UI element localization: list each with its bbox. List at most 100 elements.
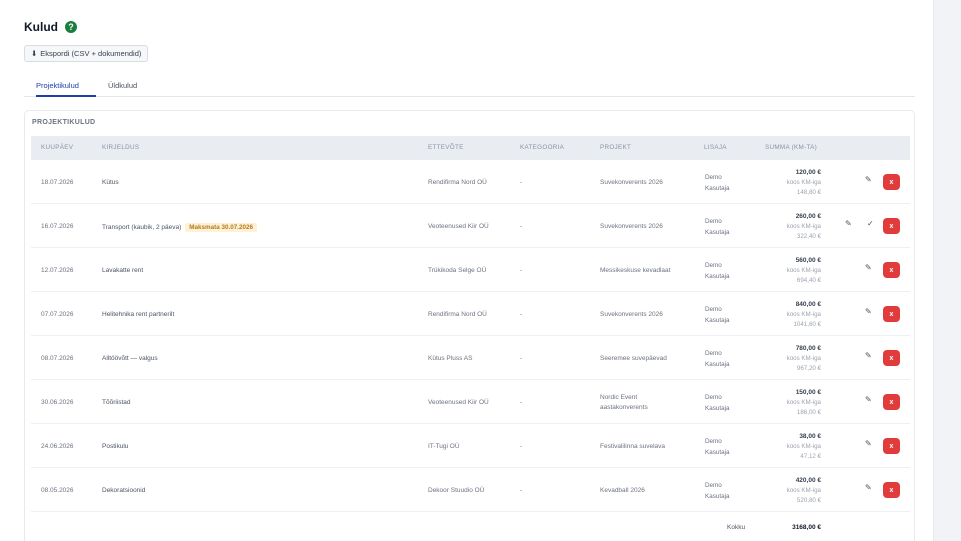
row-description: Transport (kaubik, 2 päeva) Maksmata 30.0… — [102, 223, 257, 232]
edit-icon[interactable]: ✎ — [865, 395, 872, 404]
row-category: - — [520, 311, 523, 318]
row-date: 30.06.2026 — [41, 399, 74, 406]
description-text: Transport (kaubik, 2 päeva) — [102, 224, 182, 231]
total-label: Kokku — [727, 524, 746, 531]
row-category: - — [520, 267, 523, 274]
edit-icon[interactable]: ✎ — [865, 351, 872, 360]
vat-label: koos KM-iga — [786, 311, 821, 318]
total-row: Kokku 3168,00 € — [31, 516, 910, 540]
header-date[interactable]: KUUPÄEV — [41, 144, 73, 151]
page-title: Kulud — [24, 20, 58, 34]
row-category: - — [520, 399, 523, 406]
row-amount: 560,00 € koos KM-iga 694,40 € — [787, 256, 821, 286]
delete-button[interactable]: x — [883, 438, 900, 454]
amount-net: 120,00 € — [795, 169, 821, 176]
row-project: Suvekonverents 2026 — [600, 311, 663, 318]
tab-projektikulud[interactable]: Projektikulud — [36, 81, 96, 97]
table-row[interactable]: 07.07.2026 Helitehnika rent partnerilt R… — [31, 292, 910, 336]
header-adder[interactable]: LISAJA — [704, 144, 727, 151]
table-row[interactable]: 08.07.2026 Alltöövõtt — valgus Kütus Plu… — [31, 336, 910, 380]
row-adder: Demo Kasutaja — [705, 482, 730, 500]
row-project: Messikeskuse kevadlaat — [600, 267, 671, 274]
row-project: Suvekonverents 2026 — [600, 223, 663, 230]
table-row[interactable]: 24.06.2026 Postikulu IT-Tugi OÜ - Festiv… — [31, 424, 910, 468]
row-project: Seeremee suvepäevad — [600, 355, 667, 362]
row-amount: 150,00 € koos KM-iga 186,00 € — [787, 388, 821, 418]
row-amount: 780,00 € koos KM-iga 967,20 € — [787, 344, 821, 374]
row-adder: Demo Kasutaja — [705, 218, 730, 236]
edit-icon[interactable]: ✎ — [865, 263, 872, 272]
amount-gross: 967,20 € — [796, 365, 821, 372]
row-date: 24.06.2026 — [41, 443, 74, 450]
row-company: Rendifirma Nord OÜ — [428, 179, 487, 186]
header-company[interactable]: ETTEVÕTE — [428, 144, 464, 151]
row-category: - — [520, 223, 523, 230]
help-icon[interactable]: ? — [65, 21, 77, 33]
row-date: 07.07.2026 — [41, 311, 74, 318]
header-amount[interactable]: SUMMA (KM-TA) — [765, 144, 817, 151]
row-project: Nordic Event aastakonverents — [600, 394, 648, 411]
amount-gross: 322,40 € — [796, 233, 821, 240]
row-date: 08.07.2026 — [41, 355, 74, 362]
row-date: 12.07.2026 — [41, 267, 74, 274]
right-sidebar — [933, 0, 961, 541]
row-description: Postikulu — [102, 443, 129, 450]
header-category[interactable]: KATEGOORIA — [520, 144, 564, 151]
tab-uldkulud[interactable]: Üldkulud — [108, 81, 137, 97]
header-project[interactable]: PROJEKT — [600, 144, 631, 151]
row-amount: 420,00 € koos KM-iga 520,80 € — [787, 476, 821, 506]
edit-icon[interactable]: ✎ — [865, 439, 872, 448]
row-company: Kütus Pluss AS — [428, 355, 473, 362]
vat-label: koos KM-iga — [786, 223, 821, 230]
table-row[interactable]: 08.05.2026 Dekoratsioonid Dekoor Stuudio… — [31, 468, 910, 512]
row-category: - — [520, 179, 523, 186]
amount-net: 150,00 € — [795, 389, 821, 396]
row-description: Tõõriistad — [102, 399, 131, 406]
page-header: Kulud ? — [24, 20, 77, 34]
table-row[interactable]: 12.07.2026 Lavakatte rent Trükikoda Selg… — [31, 248, 910, 292]
table-row[interactable]: 30.06.2026 Tõõriistad Veoteenused Kiir O… — [31, 380, 910, 424]
amount-net: 260,00 € — [795, 213, 821, 220]
row-company: Veoteenused Kiir OÜ — [428, 399, 489, 406]
row-date: 18.07.2026 — [41, 179, 74, 186]
row-project: Suvekonverents 2026 — [600, 179, 663, 186]
row-amount: 38,00 € koos KM-iga 47,12 € — [787, 432, 821, 462]
row-adder: Demo Kasutaja — [705, 174, 730, 192]
edit-icon[interactable]: ✎ — [865, 483, 872, 492]
row-category: - — [520, 487, 523, 494]
amount-net: 840,00 € — [795, 301, 821, 308]
table-row[interactable]: 16.07.2026 Transport (kaubik, 2 päeva) Ma… — [31, 204, 910, 248]
row-description: Dekoratsioonid — [102, 487, 146, 494]
delete-button[interactable]: x — [883, 174, 900, 190]
delete-button[interactable]: x — [883, 482, 900, 498]
export-label: Ekspordi (CSV + dokumendid) — [40, 49, 142, 58]
amount-net: 38,00 € — [799, 433, 821, 440]
row-category: - — [520, 443, 523, 450]
main-content: Kulud ? ⬇ Ekspordi (CSV + dokumendid) Pr… — [0, 0, 933, 541]
table-row[interactable]: 18.07.2026 Kütus Rendifirma Nord OÜ - Su… — [31, 160, 910, 204]
check-icon[interactable]: ✓ — [867, 219, 874, 228]
row-description: Alltöövõtt — valgus — [102, 355, 158, 362]
row-adder: Demo Kasutaja — [705, 394, 730, 412]
vat-label: koos KM-iga — [786, 443, 821, 450]
edit-icon[interactable]: ✎ — [865, 307, 872, 316]
export-button[interactable]: ⬇ Ekspordi (CSV + dokumendid) — [24, 45, 149, 62]
row-adder: Demo Kasutaja — [705, 438, 730, 456]
row-description: Helitehnika rent partnerilt — [102, 311, 175, 318]
amount-gross: 186,00 € — [796, 409, 821, 416]
amount-gross: 520,80 € — [796, 497, 821, 504]
section-title: PROJEKTIKULUD — [32, 119, 96, 126]
delete-button[interactable]: x — [883, 394, 900, 410]
header-description[interactable]: KIRJELDUS — [102, 144, 139, 151]
row-date: 16.07.2026 — [41, 223, 74, 230]
row-category: - — [520, 355, 523, 362]
edit-icon[interactable]: ✎ — [845, 219, 852, 228]
edit-icon[interactable]: ✎ — [865, 175, 872, 184]
row-project: Festivalilinna suvelava — [600, 443, 666, 450]
vat-label: koos KM-iga — [786, 399, 821, 406]
delete-button[interactable]: x — [883, 218, 900, 234]
delete-button[interactable]: x — [883, 306, 900, 322]
delete-button[interactable]: x — [883, 262, 900, 278]
unpaid-badge: Maksmata 30.07.2026 — [185, 223, 257, 232]
delete-button[interactable]: x — [883, 350, 900, 366]
